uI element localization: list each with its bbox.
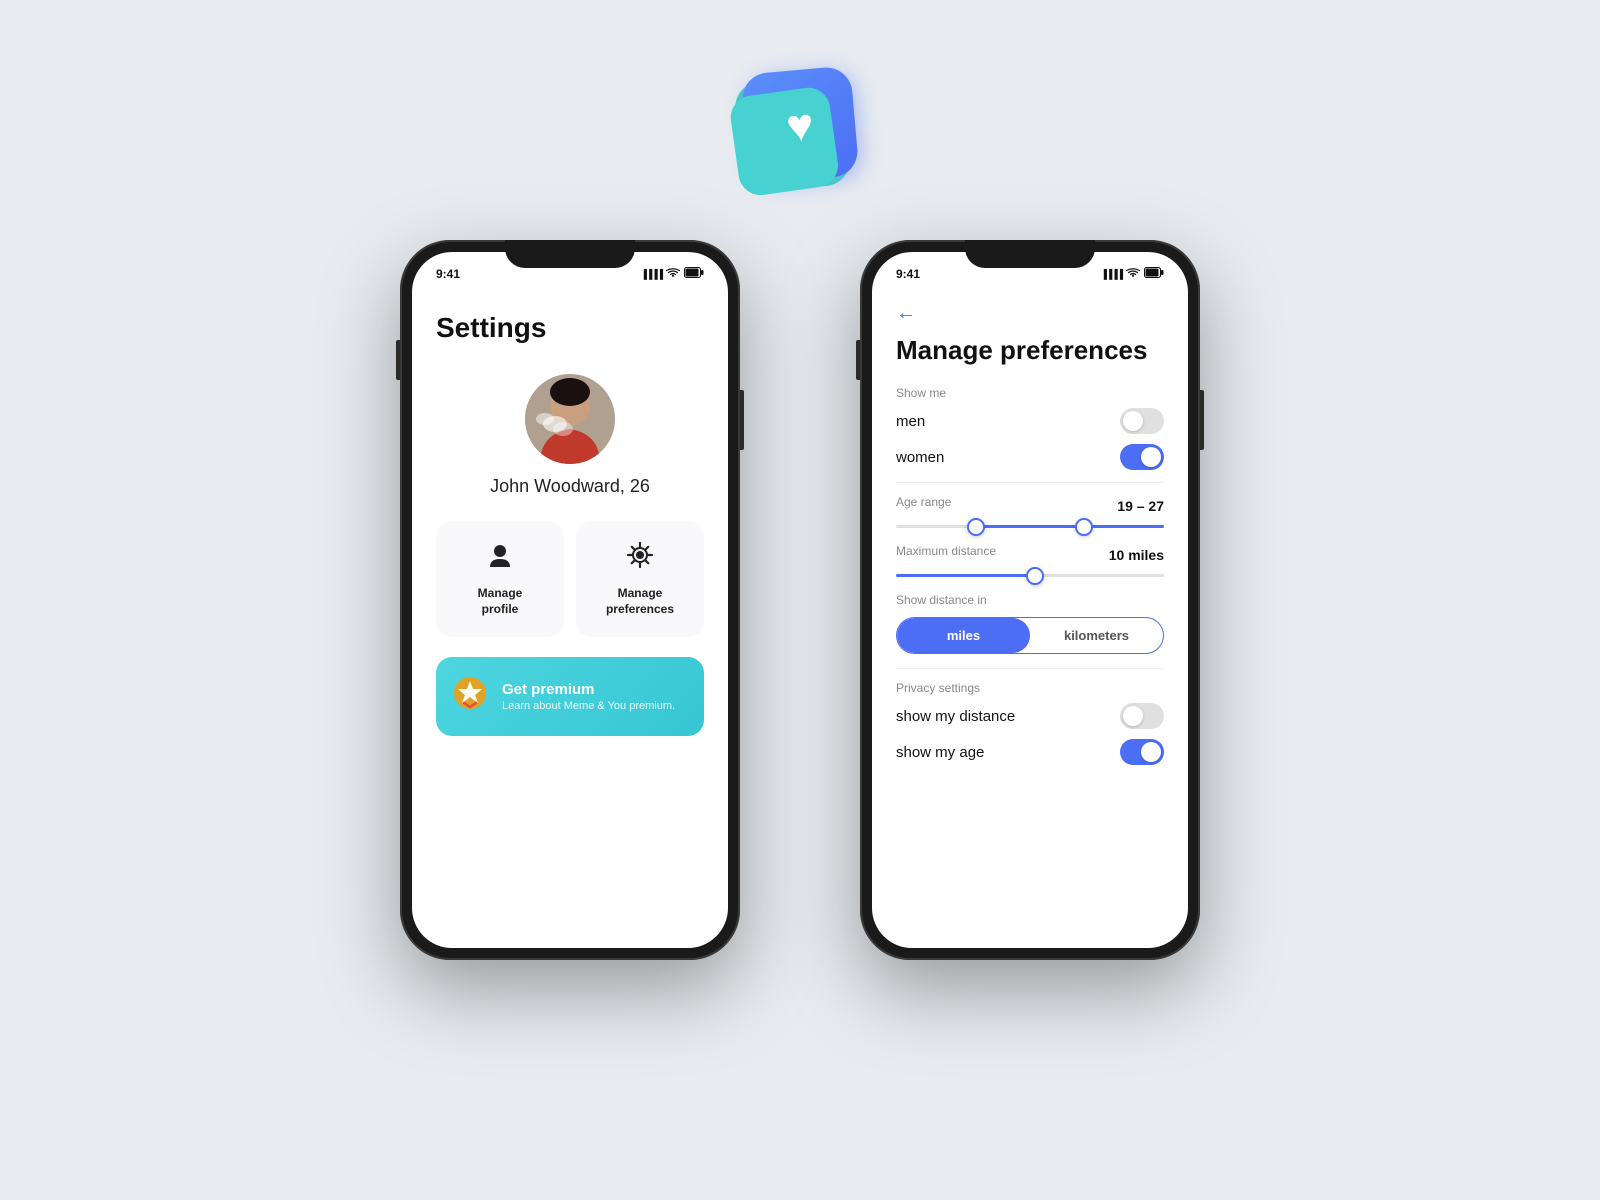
- wifi-icon-1: [666, 268, 680, 281]
- privacy-settings-label: Privacy settings: [896, 681, 1164, 695]
- premium-text: Get premium Learn about Meme & You premi…: [502, 681, 675, 712]
- women-toggle-row: women: [896, 444, 1164, 470]
- avatar-section: John Woodward, 26: [436, 374, 704, 497]
- age-range-track[interactable]: [896, 525, 1164, 528]
- back-button[interactable]: ←: [896, 302, 1164, 325]
- wifi-icon-2: [1126, 268, 1140, 281]
- women-toggle-knob: [1141, 447, 1161, 467]
- show-distance-label: Show distance in: [896, 593, 1164, 607]
- show-age-toggle-knob: [1141, 742, 1161, 762]
- men-toggle[interactable]: [1120, 408, 1164, 434]
- show-distance-toggle[interactable]: [1120, 703, 1164, 729]
- avatar: [525, 374, 615, 464]
- divider-1: [896, 482, 1164, 483]
- show-age-toggle-label: show my age: [896, 744, 984, 761]
- signal-icon-1: ▐▐▐▐: [640, 269, 662, 279]
- max-distance-thumb[interactable]: [1026, 567, 1044, 585]
- men-label: men: [896, 413, 925, 430]
- premium-subtitle: Learn about Meme & You premium.: [502, 700, 675, 712]
- age-range-thumb-right[interactable]: [1075, 518, 1093, 536]
- phone-settings: 9:41 ▐▐▐▐: [400, 240, 740, 960]
- manage-profile-label: Manageprofile: [478, 586, 523, 617]
- status-time-2: 9:41: [896, 267, 920, 281]
- show-age-toggle[interactable]: [1120, 739, 1164, 765]
- preferences-title: Manage preferences: [896, 335, 1164, 366]
- notch-2: [965, 240, 1095, 268]
- kilometers-button[interactable]: kilometers: [1030, 618, 1163, 653]
- profile-icon: [486, 541, 514, 576]
- women-label: women: [896, 449, 944, 466]
- phone-preferences: 9:41 ▐▐▐▐: [860, 240, 1200, 960]
- men-toggle-knob: [1123, 411, 1143, 431]
- avatar-svg: [525, 374, 615, 464]
- show-age-toggle-row: show my age: [896, 739, 1164, 765]
- men-toggle-row: men: [896, 408, 1164, 434]
- show-distance-toggle-label: show my distance: [896, 708, 1015, 725]
- age-range-value: 19 – 27: [1117, 498, 1164, 514]
- settings-title: Settings: [436, 312, 704, 344]
- max-distance-value: 10 miles: [1109, 547, 1164, 563]
- show-distance-toggle-knob: [1123, 706, 1143, 726]
- age-range-header: Age range 19 – 27: [896, 495, 1164, 517]
- signal-icon-2: ▐▐▐▐: [1100, 269, 1122, 279]
- battery-icon-1: [684, 267, 704, 281]
- premium-title: Get premium: [502, 681, 675, 698]
- heart-icon: ♥: [784, 97, 816, 153]
- max-distance-track[interactable]: [896, 574, 1164, 577]
- max-distance-label: Maximum distance: [896, 544, 996, 558]
- max-distance-fill: [896, 574, 1035, 577]
- show-distance-toggle-row: show my distance: [896, 703, 1164, 729]
- phone-inner-2: 9:41 ▐▐▐▐: [872, 252, 1188, 948]
- miles-button[interactable]: miles: [897, 618, 1030, 653]
- age-range-thumb-left[interactable]: [967, 518, 985, 536]
- status-time-1: 9:41: [436, 267, 460, 281]
- divider-2: [896, 668, 1164, 669]
- age-range-label: Age range: [896, 495, 951, 509]
- distance-unit-selector: miles kilometers: [896, 617, 1164, 654]
- phone1-content: Settings: [412, 288, 728, 948]
- notch-1: [505, 240, 635, 268]
- manage-preferences-card[interactable]: Managepreferences: [576, 521, 704, 637]
- premium-banner[interactable]: Get premium Learn about Meme & You premi…: [436, 657, 704, 736]
- status-icons-2: ▐▐▐▐: [1100, 267, 1164, 281]
- action-cards: Manageprofile Managepreferences: [436, 521, 704, 637]
- manage-profile-card[interactable]: Manageprofile: [436, 521, 564, 637]
- show-me-label: Show me: [896, 386, 1164, 400]
- status-icons-1: ▐▐▐▐: [640, 267, 704, 281]
- manage-preferences-label: Managepreferences: [606, 586, 674, 617]
- phone2-content: ← Manage preferences Show me men women: [872, 288, 1188, 948]
- battery-icon-2: [1144, 267, 1164, 281]
- user-name: John Woodward, 26: [490, 476, 650, 497]
- max-distance-header: Maximum distance 10 miles: [896, 544, 1164, 566]
- phones-container: 9:41 ▐▐▐▐: [400, 240, 1200, 960]
- phone-inner-1: 9:41 ▐▐▐▐: [412, 252, 728, 948]
- app-icon-wrapper: ♥: [745, 70, 855, 180]
- premium-badge-icon: [452, 675, 488, 718]
- age-range-fill: [976, 525, 1164, 528]
- app-icon: ♥: [740, 65, 859, 184]
- preferences-icon: [626, 541, 654, 576]
- women-toggle[interactable]: [1120, 444, 1164, 470]
